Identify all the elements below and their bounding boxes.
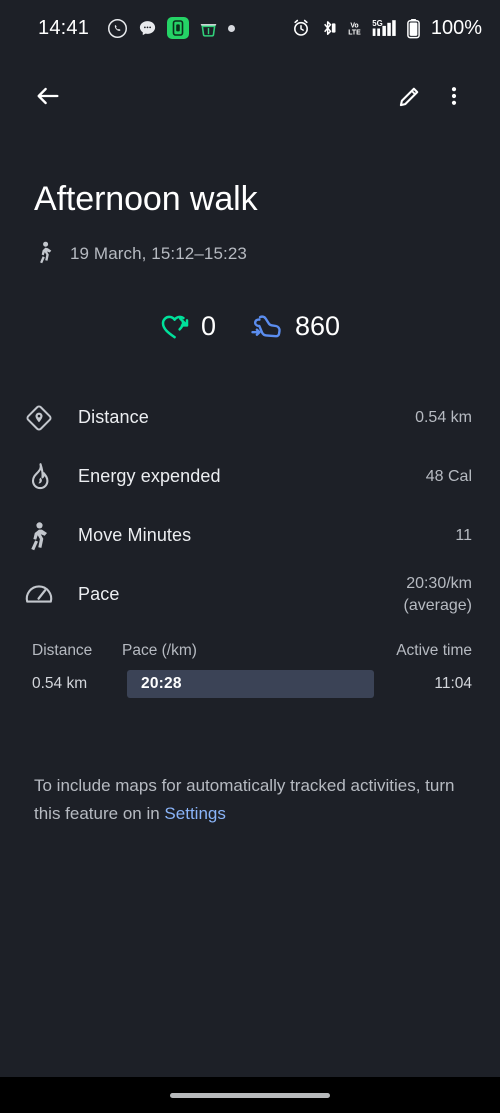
bluetooth-icon xyxy=(318,18,338,38)
status-bar: 14:41 Vo LTE 5G 100% xyxy=(0,0,500,56)
status-bar-system-icons: Vo LTE 5G 100% xyxy=(291,17,482,40)
content-area: Afternoon walk 19 March, 15:12–15:23 0 8… xyxy=(0,136,500,1113)
distance-diamond-icon xyxy=(22,401,56,435)
stat-value: 11 xyxy=(455,527,472,545)
status-bar-notification-icons xyxy=(107,17,236,39)
overflow-menu-button[interactable] xyxy=(432,74,476,118)
dot-icon xyxy=(228,24,236,32)
app-shield-icon xyxy=(198,18,219,39)
messages-icon xyxy=(137,18,158,39)
stats-list: Distance 0.54 km Energy expended 48 Cal xyxy=(0,388,500,624)
cell-distance: 0.54 km xyxy=(32,675,88,693)
cell-pace-bar-wrap: 20:28 xyxy=(110,670,380,699)
walking-icon xyxy=(34,241,56,267)
battery-percent-label: 100% xyxy=(430,16,482,39)
app-green-icon xyxy=(167,17,190,39)
stat-label: Energy expended xyxy=(78,466,221,487)
battery-icon xyxy=(405,18,422,39)
status-bar-clock: 14:41 xyxy=(38,16,90,39)
stat-label: Move Minutes xyxy=(78,525,192,546)
home-gesture-pill[interactable] xyxy=(170,1092,330,1098)
phone-screen: 14:41 Vo LTE 5G 100% Afternoon walk 19 M… xyxy=(0,0,500,1113)
heart-points-value: 0 xyxy=(200,311,216,342)
heart-points-chip: 0 xyxy=(160,311,216,342)
app-bar xyxy=(0,56,500,136)
edit-button[interactable] xyxy=(388,74,432,118)
stat-row-energy-expended[interactable]: Energy expended 48 Cal xyxy=(22,447,472,506)
volte-icon: Vo LTE xyxy=(345,18,364,38)
stat-row-pace[interactable]: Pace 20:30/km (average) xyxy=(22,565,472,624)
activity-date-range: 19 March, 15:12–15:23 xyxy=(70,244,247,264)
cell-pace: 20:28 xyxy=(141,675,182,693)
steps-chip: 860 xyxy=(250,311,340,342)
steps-shoe-icon xyxy=(250,313,284,340)
signal-5g-icon: 5G xyxy=(371,18,398,39)
svg-text:Vo: Vo xyxy=(350,22,358,29)
activity-subtitle: 19 March, 15:12–15:23 xyxy=(34,241,466,267)
stat-label: Distance xyxy=(78,407,149,428)
stat-value: 20:30/km (average) xyxy=(403,575,472,614)
column-header-pace: Pace (/km) xyxy=(122,642,197,660)
more-vertical-icon xyxy=(442,84,466,108)
column-header-active-time: Active time xyxy=(396,642,472,660)
pace-split-table: Distance Pace (/km) Active time 0.54 km … xyxy=(0,642,500,699)
move-minutes-icon xyxy=(22,519,56,553)
stat-value: 0.54 km xyxy=(415,409,472,427)
activity-header: Afternoon walk 19 March, 15:12–15:23 xyxy=(0,136,500,267)
svg-text:LTE: LTE xyxy=(348,30,361,37)
pace-gauge-icon xyxy=(22,578,56,612)
stat-row-distance[interactable]: Distance 0.54 km xyxy=(22,388,472,447)
heart-points-icon xyxy=(160,313,190,340)
maps-note-text: To include maps for automatically tracke… xyxy=(34,776,455,823)
back-arrow-icon xyxy=(34,82,62,110)
highlight-chips: 0 860 xyxy=(0,311,500,342)
stat-label: Pace xyxy=(78,584,120,605)
page-title: Afternoon walk xyxy=(34,180,258,218)
svg-text:5G: 5G xyxy=(372,18,382,27)
column-header-distance: Distance xyxy=(32,642,93,660)
back-button[interactable] xyxy=(26,74,70,118)
edit-pencil-icon xyxy=(397,83,423,109)
whatsapp-icon xyxy=(107,18,128,39)
steps-value: 860 xyxy=(294,311,341,342)
stat-row-move-minutes[interactable]: Move Minutes 11 xyxy=(22,506,472,565)
flame-icon xyxy=(22,460,56,494)
stat-value: 48 Cal xyxy=(425,468,472,486)
table-row: 0.54 km 20:28 11:04 xyxy=(32,670,472,699)
cell-active-time: 11:04 xyxy=(434,675,472,693)
pace-bar: 20:28 xyxy=(127,670,374,699)
maps-note: To include maps for automatically tracke… xyxy=(0,772,500,827)
alarm-icon xyxy=(291,18,311,38)
settings-link[interactable]: Settings xyxy=(164,804,225,823)
system-navigation-bar xyxy=(0,1077,500,1113)
pace-table-header-row: Distance Pace (/km) Active time xyxy=(32,642,472,660)
